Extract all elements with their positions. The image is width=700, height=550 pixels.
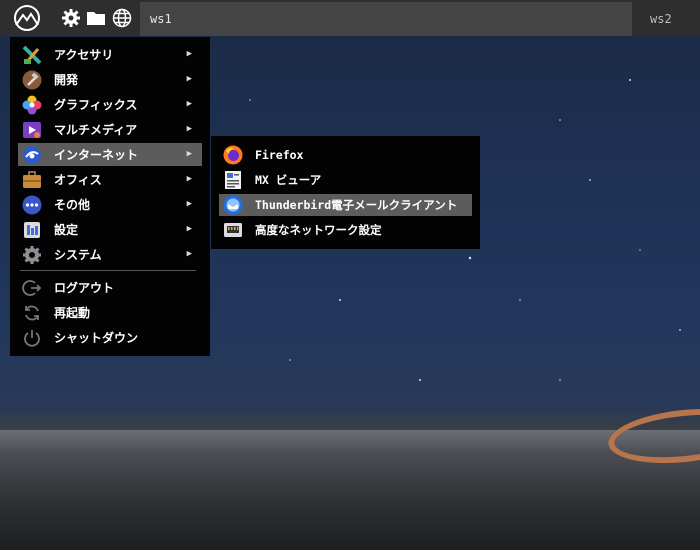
submenu-arrow-icon: ▶	[186, 249, 192, 259]
submenu-arrow-icon: ▶	[186, 149, 192, 159]
menu-item-system[interactable]: システム ▶	[18, 243, 202, 266]
submenu-arrow-icon: ▶	[186, 224, 192, 234]
menu-item-label: シャットダウン	[54, 331, 139, 345]
menu-item-label: その他	[54, 198, 91, 212]
system-icon	[22, 245, 42, 265]
menu-item-label: アクセサリ	[54, 48, 114, 62]
submenu-item-label: Firefox	[255, 148, 304, 162]
menu-item-label: グラフィックス	[54, 98, 138, 112]
logout-icon	[22, 278, 42, 298]
internet-icon	[22, 145, 42, 165]
power-icon	[22, 328, 42, 348]
submenu-item-firefox[interactable]: Firefox	[219, 144, 472, 166]
mx-viewer-icon	[223, 170, 243, 190]
gear-icon[interactable]	[61, 8, 81, 28]
menu-item-label: 再起動	[54, 306, 91, 320]
menu-item-other[interactable]: その他 ▶	[18, 193, 202, 216]
submenu-arrow-icon: ▶	[186, 199, 192, 209]
menu-item-logout[interactable]: ログアウト	[18, 276, 202, 299]
submenu-item-thunderbird[interactable]: Thunderbird電子メールクライアント	[219, 194, 472, 216]
thunderbird-icon	[223, 195, 243, 215]
menu-item-label: ログアウト	[54, 281, 115, 295]
mx-logo-icon[interactable]	[12, 5, 42, 31]
submenu-arrow-icon: ▶	[186, 49, 192, 59]
menu-item-label: 開発	[54, 73, 79, 87]
workspace-1-tab[interactable]: ws1	[140, 2, 632, 36]
menu-item-accessories[interactable]: アクセサリ ▶	[18, 43, 202, 66]
network-settings-icon	[223, 220, 243, 240]
menu-item-label: システム	[54, 248, 102, 262]
multimedia-icon	[22, 120, 42, 140]
office-icon	[22, 170, 42, 190]
menu-item-graphics[interactable]: グラフィックス ▶	[18, 93, 202, 116]
menu-item-label: マルチメディア	[54, 123, 138, 137]
menu-item-development[interactable]: 開発 ▶	[18, 68, 202, 91]
application-menu: アクセサリ ▶ 開発 ▶ グラフィックス ▶ マルチメディア ▶ インターネット…	[10, 37, 210, 356]
menu-item-reboot[interactable]: 再起動	[18, 301, 202, 324]
workspace-2-tab[interactable]: ws2	[632, 2, 700, 36]
accessories-icon	[22, 45, 42, 65]
submenu-arrow-icon: ▶	[186, 99, 192, 109]
globe-icon[interactable]	[112, 8, 132, 28]
menu-item-multimedia[interactable]: マルチメディア ▶	[18, 118, 202, 141]
internet-submenu: Firefox MX ビューア Thunderbird電子メールクライアント 高…	[211, 136, 480, 249]
menu-item-settings[interactable]: 設定 ▶	[18, 218, 202, 241]
menu-item-office[interactable]: オフィス ▶	[18, 168, 202, 191]
other-icon	[22, 195, 42, 215]
submenu-item-network-settings[interactable]: 高度なネットワーク設定	[219, 219, 472, 241]
menu-item-label: オフィス	[54, 173, 102, 187]
menu-item-label: インターネット	[54, 148, 139, 162]
menu-item-shutdown[interactable]: シャットダウン	[18, 326, 202, 349]
submenu-arrow-icon: ▶	[186, 124, 192, 134]
development-icon	[22, 70, 42, 90]
graphics-icon	[22, 95, 42, 115]
submenu-item-label: 高度なネットワーク設定	[255, 223, 382, 237]
settings-icon	[22, 220, 42, 240]
submenu-arrow-icon: ▶	[186, 174, 192, 184]
submenu-item-label: Thunderbird電子メールクライアント	[255, 198, 458, 212]
firefox-icon	[223, 145, 243, 165]
reboot-icon	[22, 303, 42, 323]
top-panel: ws1 ws2	[0, 0, 700, 36]
submenu-item-label: MX ビューア	[255, 173, 322, 187]
submenu-item-mx-viewer[interactable]: MX ビューア	[219, 169, 472, 191]
folder-icon[interactable]	[86, 8, 106, 28]
submenu-arrow-icon: ▶	[186, 74, 192, 84]
ground	[0, 430, 700, 550]
menu-item-internet[interactable]: インターネット ▶	[18, 143, 202, 166]
menu-item-label: 設定	[54, 223, 79, 237]
menu-separator	[20, 270, 196, 271]
